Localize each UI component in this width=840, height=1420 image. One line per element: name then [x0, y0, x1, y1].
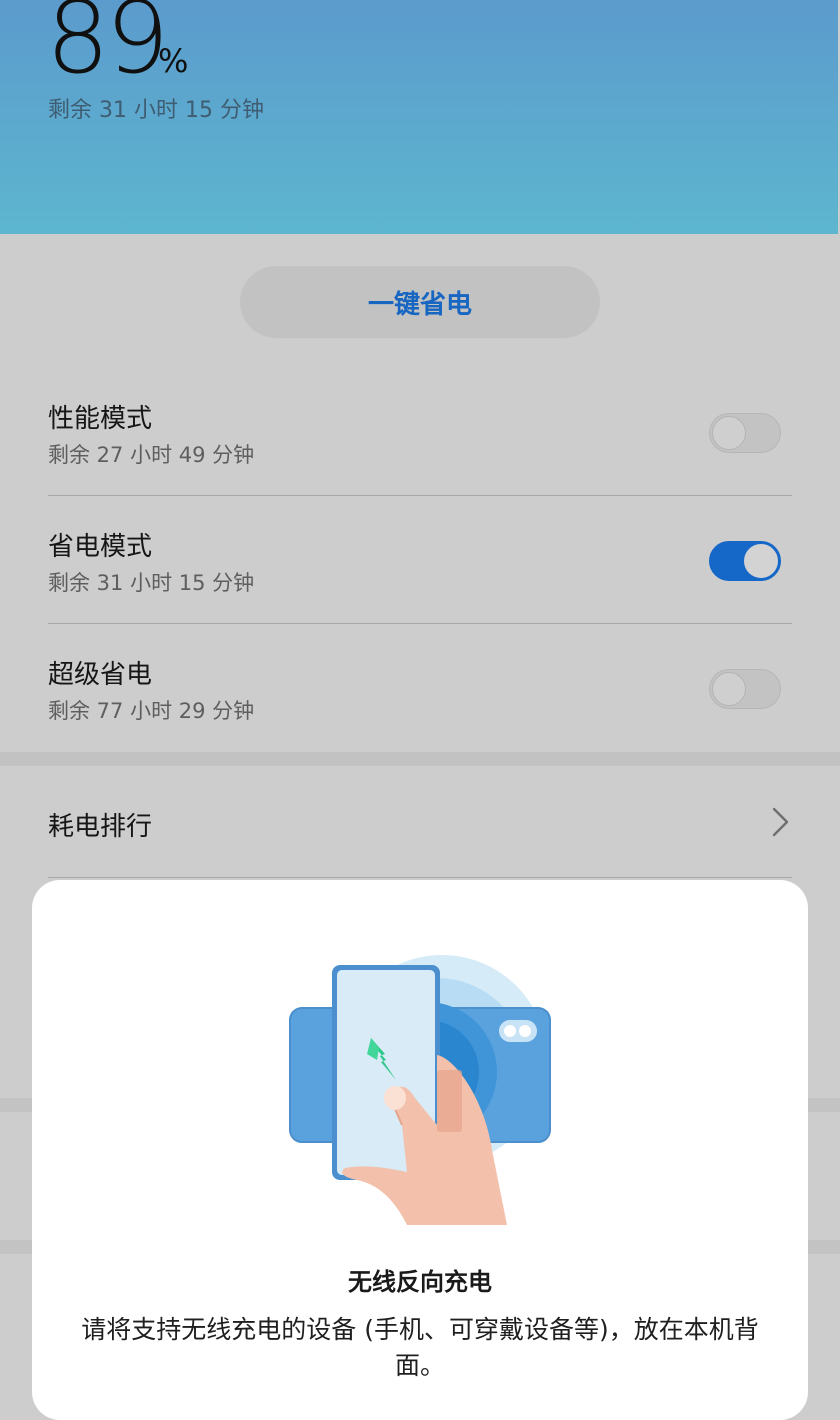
- battery-percent: 89: [46, 0, 169, 96]
- toggle-knob: [744, 544, 778, 578]
- row-divider: [48, 877, 792, 878]
- wireless-reverse-charging-illustration: [289, 955, 551, 1225]
- battery-remaining-time: 剩余 31 小时 15 分钟: [48, 98, 264, 123]
- ultra-saving-mode-toggle[interactable]: [709, 669, 781, 709]
- dialog-description: 请将支持无线充电的设备 (手机、可穿戴设备等)，放在本机背面。: [81, 1315, 759, 1380]
- toggle-knob: [712, 416, 746, 450]
- mode-row-ultra-saving[interactable]: 超级省电 剩余 77 小时 29 分钟: [48, 624, 792, 752]
- dialog-title: 无线反向充电: [348, 1268, 492, 1296]
- section-separator: [0, 752, 840, 766]
- one-tap-save-button[interactable]: 一键省电: [240, 266, 600, 338]
- mode-remaining-time: 剩余 31 小时 15 分钟: [48, 571, 255, 595]
- toggle-knob: [712, 672, 746, 706]
- performance-mode-toggle[interactable]: [709, 413, 781, 453]
- usage-ranking-label: 耗电排行: [48, 812, 153, 842]
- mode-remaining-time: 剩余 27 小时 49 分钟: [48, 443, 255, 467]
- mode-title: 性能模式: [48, 404, 153, 434]
- chevron-right-icon: [772, 807, 789, 837]
- mode-row-performance[interactable]: 性能模式 剩余 27 小时 49 分钟: [48, 368, 792, 496]
- mode-row-power-saving[interactable]: 省电模式 剩余 31 小时 15 分钟: [48, 496, 792, 624]
- mode-title: 省电模式: [48, 532, 153, 562]
- power-saving-mode-toggle[interactable]: [709, 541, 781, 581]
- battery-header: 89 % 剩余 31 小时 15 分钟: [0, 0, 838, 234]
- mode-title: 超级省电: [48, 660, 153, 690]
- battery-percent-sign: %: [158, 42, 189, 80]
- mode-remaining-time: 剩余 77 小时 29 分钟: [48, 699, 255, 723]
- usage-ranking-row[interactable]: 耗电排行: [48, 766, 792, 878]
- wireless-reverse-charging-dialog: 无线反向充电 请将支持无线充电的设备 (手机、可穿戴设备等)，放在本机背面。: [32, 880, 808, 1420]
